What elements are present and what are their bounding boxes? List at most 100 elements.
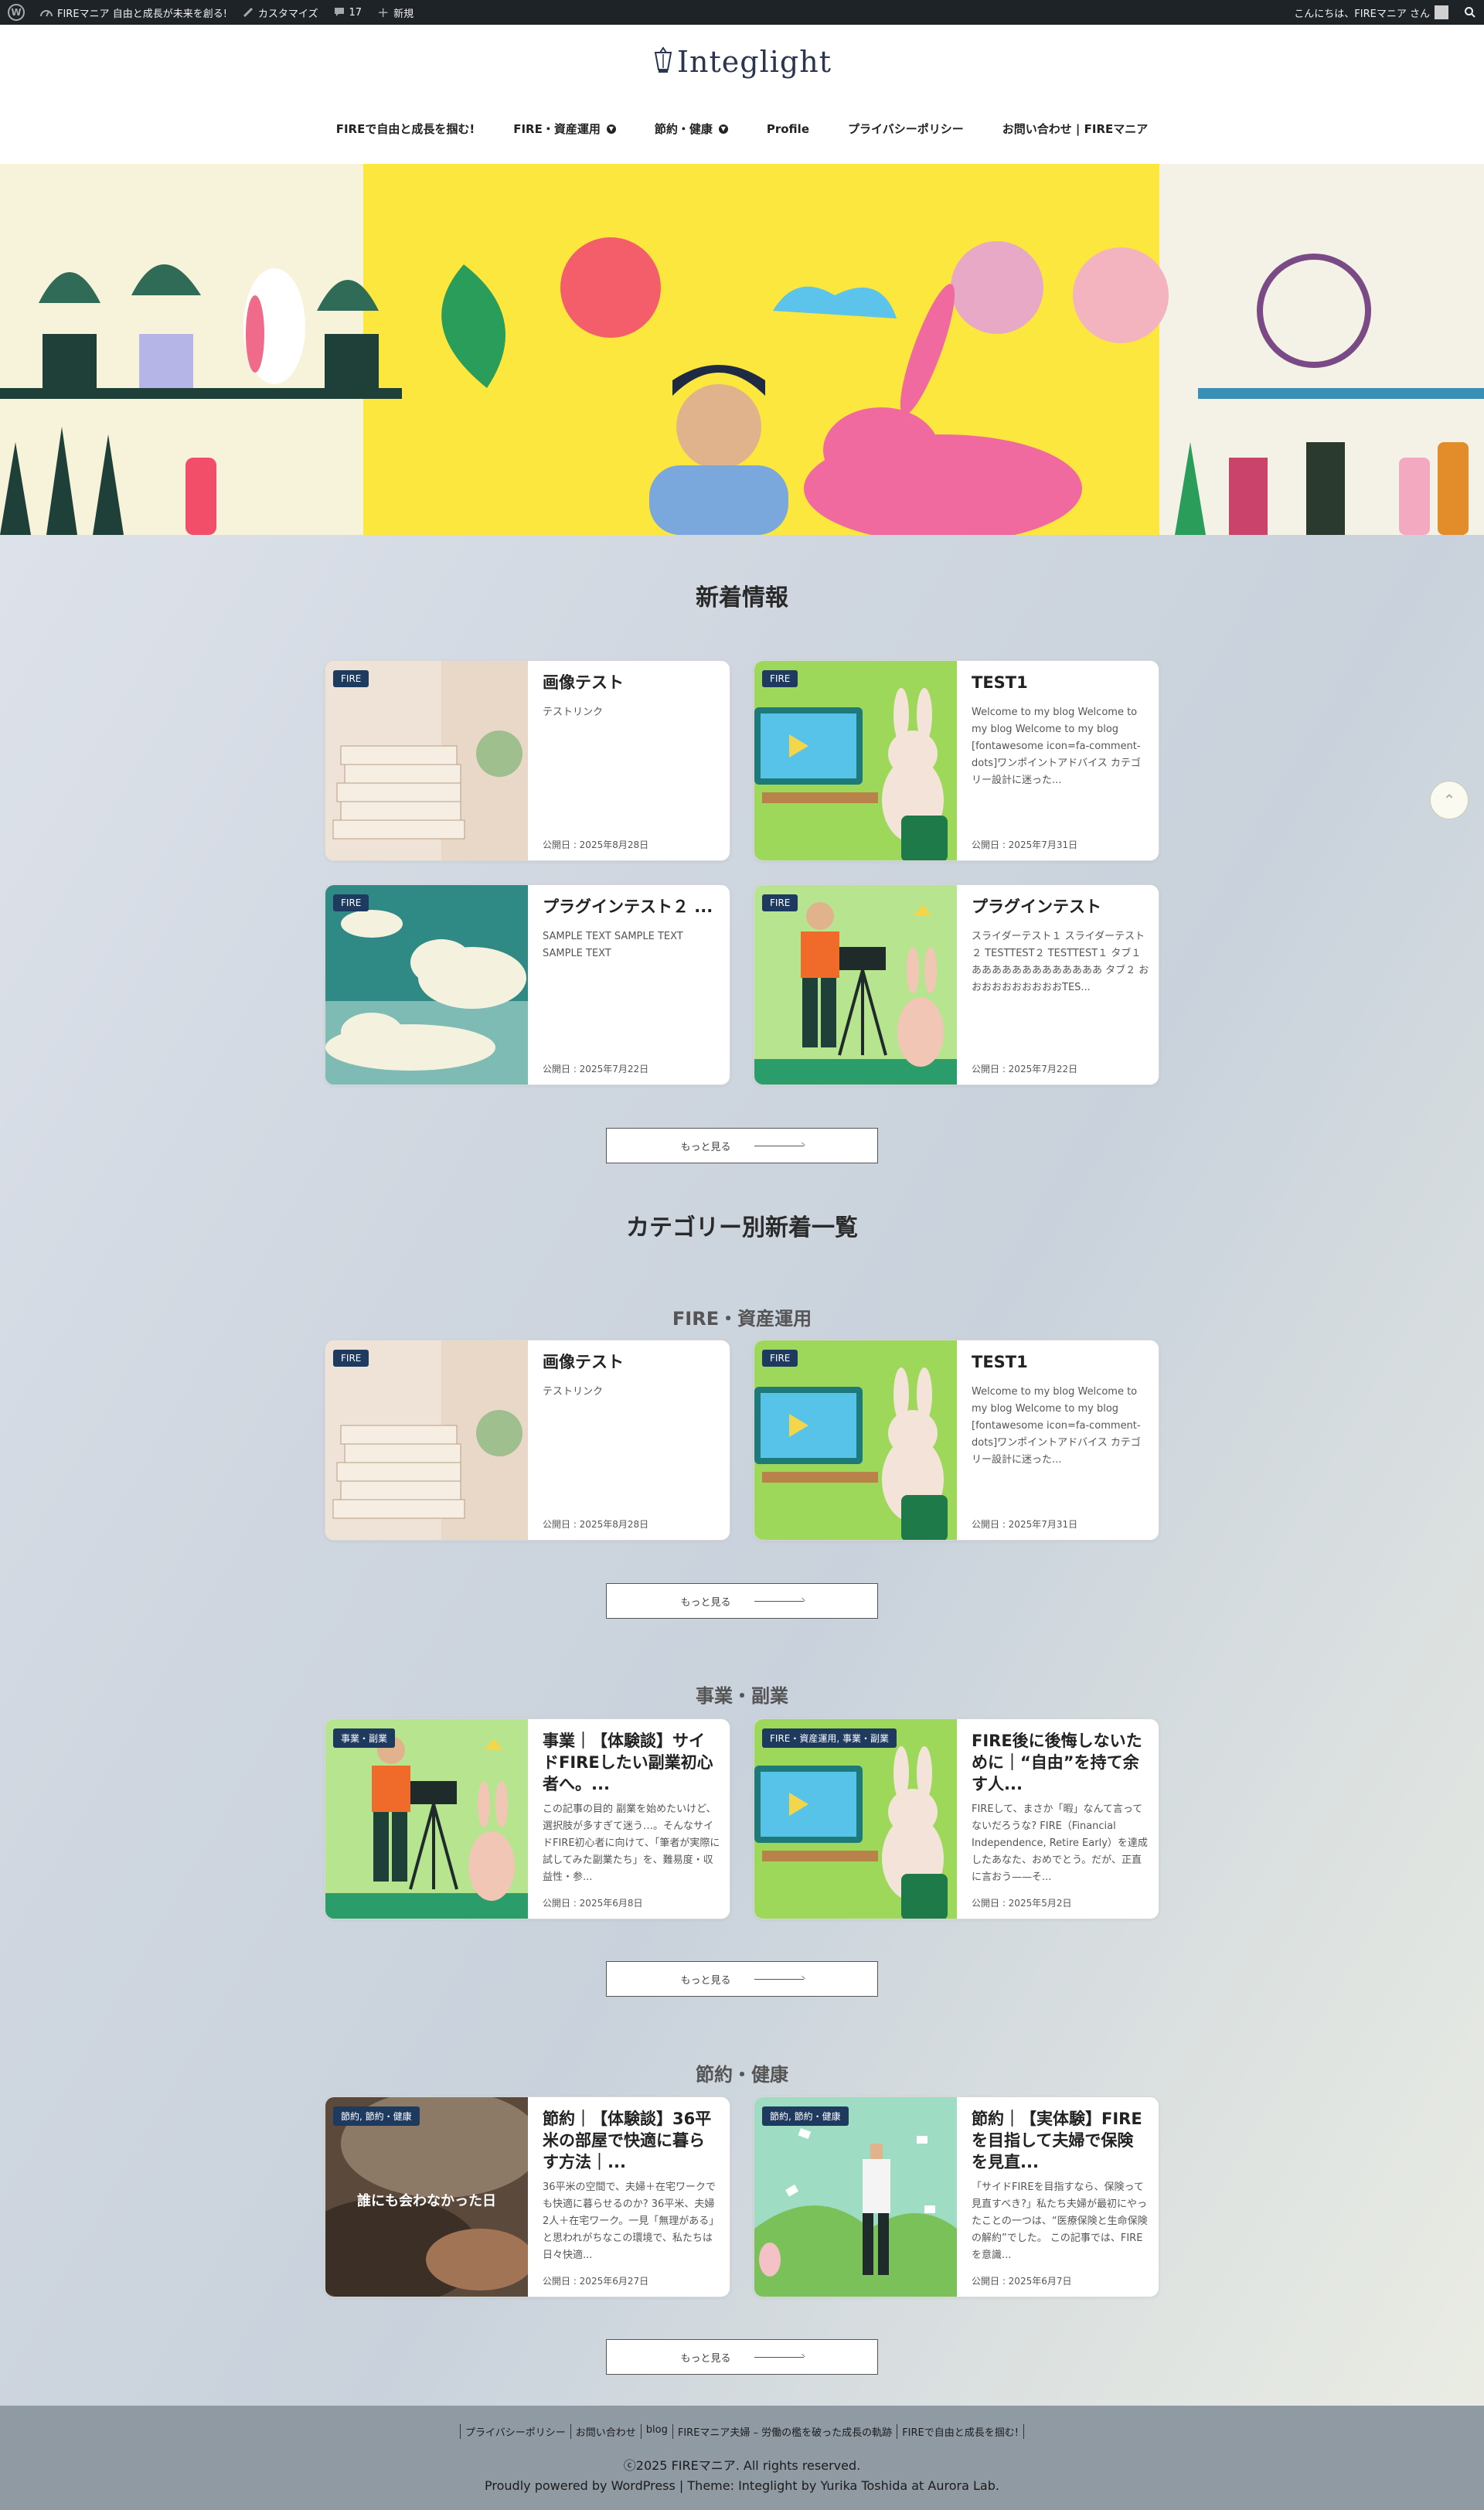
nav-item-privacy[interactable]: プライバシーポリシー [848,121,964,137]
post-card[interactable]: FIRE TEST1 Welcome to my blog Welcome to… [754,660,1159,861]
wordpress-menu[interactable]: W [0,0,32,25]
footer-link[interactable]: blog [640,2424,672,2439]
logo-text: Integlight [677,45,832,79]
post-title[interactable]: 画像テスト [543,1351,720,1373]
nav-item-fire-freedom[interactable]: FIREで自由と成長を掴む! [336,121,475,137]
post-card[interactable]: FIRE TEST1 Welcome to my blog Welcome to… [754,1340,1159,1541]
post-thumbnail[interactable] [754,885,957,1085]
admin-bar: W FIREマニア 自由と成長が未来を創る! カスタマイズ 17 + 新規 こん… [0,0,1484,25]
post-excerpt: Welcome to my blog Welcome to my blog We… [972,1386,1141,1466]
category-badge[interactable]: 節約, 節約・健康 [762,2106,849,2126]
footer-link[interactable]: プライバシーポリシー [460,2424,570,2439]
post-thumbnail[interactable] [325,885,528,1085]
more-label: もっと見る [680,2352,731,2365]
category-badge[interactable]: FIRE [333,670,369,687]
nav-item-contact[interactable]: お問い合わせ | FIREマニア [1002,121,1149,137]
nav-item-fire-assets[interactable]: FIRE・資産運用 ▼ [513,121,616,137]
post-card[interactable]: FIRE プラグインテスト スライダーテスト１ スライダーテスト２ TESTTE… [754,884,1159,1085]
category-badge[interactable]: FIRE [762,1350,798,1367]
post-date: 公開日 : 2025年8月28日 [543,1519,649,1530]
category-group-title: 事業・副業 [696,1685,788,1707]
more-button[interactable]: もっと見る [606,1583,878,1619]
more-button[interactable]: もっと見る [606,1128,878,1163]
nav-item-profile[interactable]: Profile [767,121,809,137]
admin-site-name[interactable]: FIREマニア 自由と成長が未来を創る! [32,0,235,25]
hero-image [0,164,1484,535]
comments-link[interactable]: 17 [326,0,370,25]
post-card[interactable]: 事業・副業 事業｜【体験談】サイドFIREしたい副業初心者へ。... この記事の… [325,1718,730,1919]
post-title[interactable]: 節約｜【実体験】FIREを目指して夫婦で保険を見直... [972,2108,1149,2173]
post-title[interactable]: TEST1 [972,1351,1149,1373]
customize-link[interactable]: カスタマイズ [235,0,326,25]
post-title[interactable]: 節約｜【体験談】36平米の部屋で快適に暮らす方法｜... [543,2108,720,2173]
search-icon [1465,7,1475,18]
admin-search[interactable] [1456,0,1484,25]
post-card[interactable]: FIRE・資産運用, 事業・副業 FIRE後に後悔しないために｜“自由”を持て余… [754,1718,1159,1919]
post-title[interactable]: プラグインテスト [972,896,1149,918]
chevron-up-icon[interactable]: ⌃ [1430,781,1469,819]
footer-link[interactable]: FIREマニア夫婦 – 労働の檻を破った成長の軌跡 [672,2424,897,2439]
category-badge[interactable]: FIRE [762,670,798,687]
footer-nav: プライバシーポリシー お問い合わせ blog FIREマニア夫婦 – 労働の檻を… [0,2424,1484,2439]
nav-label: FIRE・資産運用 [513,122,601,136]
post-thumbnail[interactable] [325,1340,528,1540]
post-date: 公開日 : 2025年6月8日 [543,1898,643,1909]
post-thumbnail[interactable]: 誰にも会わなかった日 [325,2097,528,2297]
post-excerpt: 36平米の空間で、夫婦＋在宅ワークでも快適に暮らせるのか? 36平米、夫婦2人＋… [543,2181,720,2261]
post-title[interactable]: プラグインテスト２ ... [543,896,720,918]
nav-item-saving-health[interactable]: 節約・健康 ▼ [655,121,728,137]
category-badge[interactable]: FIRE [333,894,369,911]
arrow-right-icon [754,1598,804,1604]
post-thumbnail[interactable] [325,661,528,860]
customize-label: カスタマイズ [257,8,318,20]
post-excerpt: この記事の目的 副業を始めたいけど、選択肢が多すぎて迷う…。そんなサイドFIRE… [543,1803,720,1883]
post-thumbnail[interactable] [754,1719,957,1919]
new-content-link[interactable]: + 新規 [369,0,421,25]
account-menu[interactable]: こんにちは、FIREマニア さん [1286,0,1456,25]
chevron-down-icon[interactable]: ▼ [718,124,728,134]
post-excerpt: テストリンク [543,1386,604,1398]
post-date: 公開日 : 2025年7月31日 [972,1519,1078,1530]
chevron-down-icon[interactable]: ▼ [606,124,616,134]
post-date: 公開日 : 2025年8月28日 [543,840,649,850]
post-excerpt: テストリンク [543,707,604,718]
footer-link[interactable]: FIREで自由と成長を掴む! [897,2424,1024,2439]
post-card[interactable]: 節約, 節約・健康 節約｜【実体験】FIREを目指して夫婦で保険を見直... 「… [754,2096,1159,2297]
lamp-logo-icon [654,46,672,73]
post-date: 公開日 : 2025年7月22日 [972,1064,1078,1074]
category-badge[interactable]: FIRE・資産運用, 事業・副業 [762,1728,897,1748]
post-excerpt: 「サイドFIREを目指すなら、保険って見直すべき?」私たち夫婦が最初にやったこと… [972,2181,1148,2261]
post-title[interactable]: 画像テスト [543,672,720,693]
post-date: 公開日 : 2025年6月7日 [972,2276,1072,2287]
post-card[interactable]: FIRE 画像テスト テストリンク 公開日 : 2025年8月28日 [325,660,730,861]
copyright: ⓒ2025 FIREマニア. All rights reserved. [623,2458,861,2473]
dashboard-icon [40,10,53,17]
post-thumbnail[interactable] [325,1719,528,1919]
post-date: 公開日 : 2025年7月31日 [972,840,1078,850]
post-thumbnail[interactable] [754,1340,957,1540]
more-label: もっと見る [680,1141,731,1153]
category-badge[interactable]: FIRE [333,1350,369,1367]
category-badge[interactable]: 事業・副業 [333,1728,396,1748]
thumbnail-caption: 誰にも会わなかった日 [357,2192,496,2209]
nav-label: お問い合わせ | FIREマニア [1002,122,1149,136]
footer-link[interactable]: お問い合わせ [570,2424,641,2439]
post-title[interactable]: TEST1 [972,672,1149,693]
greeting-label: こんにちは、FIREマニア さん [1294,8,1430,20]
nav-label: FIREで自由と成長を掴む! [335,122,475,136]
more-label: もっと見る [680,1974,731,1987]
powered-by: Proudly powered by WordPress | Theme: In… [485,2478,999,2493]
post-thumbnail[interactable] [754,2097,957,2297]
category-badge[interactable]: FIRE [762,894,798,911]
post-card[interactable]: FIRE 画像テスト テストリンク 公開日 : 2025年8月28日 [325,1340,730,1541]
post-card[interactable]: FIRE プラグインテスト２ ... SAMPLE TEXT SAMPLE TE… [325,884,730,1085]
post-thumbnail[interactable] [754,661,957,860]
more-button[interactable]: もっと見る [606,1961,878,1997]
post-date: 公開日 : 2025年5月2日 [972,1898,1072,1909]
category-badge[interactable]: 節約, 節約・健康 [333,2106,420,2126]
more-button[interactable]: もっと見る [606,2339,878,2375]
post-title[interactable]: 事業｜【体験談】サイドFIREしたい副業初心者へ。... [543,1730,720,1795]
site-logo[interactable]: Integlight [0,45,1484,79]
post-title[interactable]: FIRE後に後悔しないために｜“自由”を持て余す人... [972,1730,1149,1795]
post-card[interactable]: 誰にも会わなかった日 節約, 節約・健康 節約｜【体験談】36平米の部屋で快適に… [325,2096,730,2297]
